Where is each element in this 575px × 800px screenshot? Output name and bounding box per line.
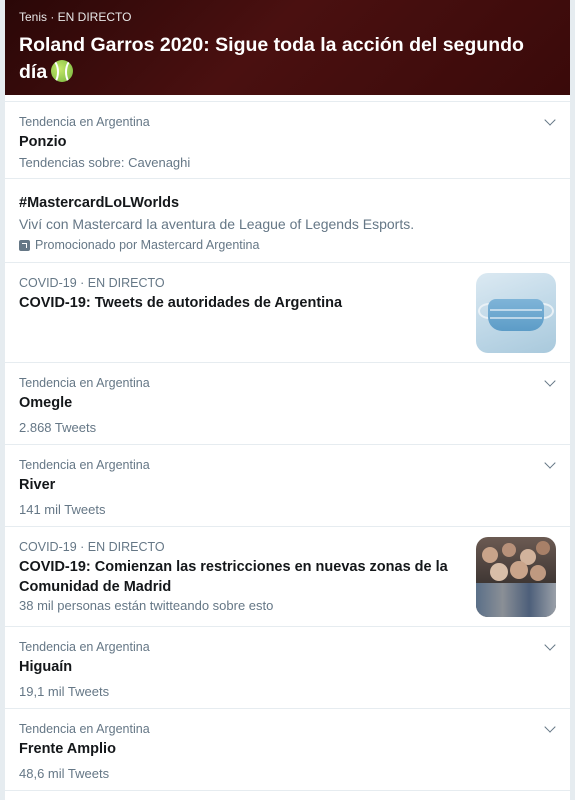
trend-context: Tendencia en Argentina bbox=[19, 458, 150, 472]
trend-tweet-count: 19,1 mil Tweets bbox=[19, 684, 110, 699]
trend-related: Tendencias sobre: Cavenaghi bbox=[19, 155, 191, 170]
promoted-text: Promocionado por Mastercard Argentina bbox=[35, 238, 260, 252]
trend-name: Frente Amplio bbox=[19, 741, 116, 757]
tennis-ball-icon bbox=[51, 60, 74, 82]
hero-banner[interactable]: Tenis · EN DIRECTO Roland Garros 2020: S… bbox=[5, 0, 570, 95]
news-item[interactable]: COVID-19 · EN DIRECTO COVID-19: Tweets d… bbox=[5, 263, 570, 363]
crowd-bodies bbox=[476, 583, 556, 617]
mask-pleat bbox=[490, 309, 542, 311]
trend-context: Tendencia en Argentina bbox=[19, 722, 150, 736]
trend-item[interactable]: Tendencia en Argentina River 141 mil Twe… bbox=[5, 445, 570, 527]
person-head bbox=[490, 563, 508, 581]
trend-tweet-count: 2.868 Tweets bbox=[19, 420, 97, 435]
person-head bbox=[536, 541, 550, 555]
hero-meta: Tenis · EN DIRECTO bbox=[19, 10, 132, 24]
news-headline: COVID-19: Tweets de autoridades de Argen… bbox=[19, 295, 343, 311]
hero-title: Roland Garros 2020: Sigue toda la acción… bbox=[19, 32, 556, 86]
face-mask-image bbox=[476, 273, 556, 353]
trend-context: Tendencia en Argentina bbox=[19, 376, 150, 390]
promoted-label: Promocionado por Mastercard Argentina bbox=[19, 238, 556, 252]
trends-panel: Tenis · EN DIRECTO Roland Garros 2020: S… bbox=[5, 0, 570, 800]
trend-name: River bbox=[19, 477, 56, 493]
trend-context: Tendencia en Argentina bbox=[19, 640, 150, 654]
promoted-description: Viví con Mastercard la aventura de Leagu… bbox=[19, 216, 415, 232]
trend-name: Ponzio bbox=[19, 134, 67, 150]
trend-tweet-count: 48,6 mil Tweets bbox=[19, 766, 110, 781]
mask-pleat bbox=[490, 317, 542, 319]
trend-name: Omegle bbox=[19, 395, 73, 411]
trend-item[interactable]: Tendencia en Argentina Frente Amplio 48,… bbox=[5, 709, 570, 791]
trend-item[interactable]: Tendencia en Argentina Ponzio Tendencias… bbox=[5, 102, 570, 179]
trend-item[interactable]: Tendencia en Argentina Omegle 2.868 Twee… bbox=[5, 363, 570, 445]
trend-item[interactable]: Tendencia en Argentina Higuaín 19,1 mil … bbox=[5, 627, 570, 709]
divider bbox=[5, 95, 570, 102]
person-head bbox=[510, 561, 528, 579]
trend-name: #MastercardLoLWorlds bbox=[19, 195, 180, 211]
news-headline: COVID-19: Comienzan las restricciones en… bbox=[19, 559, 448, 595]
news-item[interactable]: COVID-19 · EN DIRECTO COVID-19: Comienza… bbox=[5, 527, 570, 627]
trend-context: Tendencia en Argentina bbox=[19, 115, 150, 129]
mask-shape bbox=[488, 299, 544, 331]
trend-tweet-count: 141 mil Tweets bbox=[19, 502, 106, 517]
crowd-image bbox=[476, 537, 556, 617]
person-head bbox=[530, 565, 546, 581]
promoted-trend-item[interactable]: #MastercardLoLWorlds Viví con Mastercard… bbox=[5, 179, 570, 263]
hero-title-text: Roland Garros 2020: Sigue toda la acción… bbox=[19, 34, 524, 83]
person-head bbox=[502, 543, 516, 557]
trend-name: Higuaín bbox=[19, 659, 73, 675]
promoted-icon bbox=[19, 239, 30, 251]
person-head bbox=[482, 547, 498, 563]
